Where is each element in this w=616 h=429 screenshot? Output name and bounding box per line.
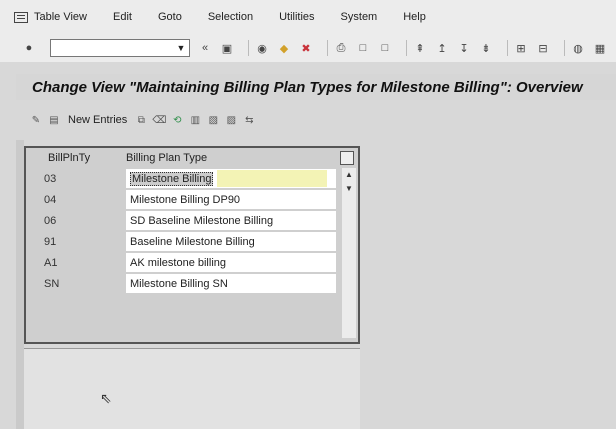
- separator: [327, 40, 328, 56]
- separator: [564, 40, 565, 56]
- select-all-icon[interactable]: ▥: [189, 114, 201, 126]
- find-next-icon[interactable]: □: [378, 41, 392, 55]
- left-strip: [16, 140, 24, 429]
- exit-icon[interactable]: ◆: [277, 41, 291, 55]
- previous-page-icon[interactable]: ↥: [435, 41, 449, 55]
- row-key: A1: [44, 256, 58, 269]
- table-row[interactable]: 06 SD Baseline Milestone Billing: [26, 210, 336, 231]
- menu-bar: Table View Edit Goto Selection Utilities…: [0, 0, 616, 34]
- menu-help[interactable]: Help: [403, 11, 426, 23]
- shortcut-icon[interactable]: ⊟: [536, 41, 550, 55]
- print-icon[interactable]: ⎙: [334, 41, 348, 55]
- lower-panel: [24, 348, 360, 429]
- chevron-left-icon[interactable]: «: [198, 41, 212, 55]
- table-settings-icon[interactable]: [340, 151, 354, 165]
- table-row[interactable]: A1 AK milestone billing: [26, 252, 336, 273]
- standard-toolbar: ● ▼ « ▣ ◉ ◆ ✖ ⎙ □ □ ⇞ ↥ ↧ ⇟ ⊞ ⊟ ◍ ▦: [0, 34, 616, 62]
- column-header-billing-plan-type[interactable]: Billing Plan Type: [126, 152, 207, 164]
- table-rows: 03 Milestone Billing 04 Milestone Billin…: [26, 168, 336, 338]
- next-page-icon[interactable]: ↧: [457, 41, 471, 55]
- first-page-icon[interactable]: ⇞: [413, 41, 427, 55]
- row-desc-text: Milestone Billing: [130, 171, 214, 186]
- help-icon[interactable]: ◍: [571, 41, 585, 55]
- cancel-icon[interactable]: ✖: [299, 41, 313, 55]
- change-display-icon[interactable]: ✎: [30, 114, 42, 126]
- new-session-icon[interactable]: ⊞: [514, 41, 528, 55]
- table-row[interactable]: 04 Milestone Billing DP90: [26, 189, 336, 210]
- undo-icon[interactable]: ⟲: [171, 114, 183, 126]
- enter-icon[interactable]: ●: [22, 41, 36, 55]
- table-row[interactable]: 91 Baseline Milestone Billing: [26, 231, 336, 252]
- save-icon[interactable]: ▣: [220, 41, 234, 55]
- deselect-all-icon[interactable]: ▨: [225, 114, 237, 126]
- row-key: SN: [44, 277, 60, 290]
- scroll-down-icon[interactable]: ▼: [342, 182, 356, 196]
- menu-table-view[interactable]: Table View: [34, 11, 87, 23]
- application-toolbar: ✎ ▤ New Entries ⧉ ⌫ ⟲ ▥ ▧ ▨ ⇆: [16, 108, 616, 132]
- menu-selection[interactable]: Selection: [208, 11, 253, 23]
- transport-icon[interactable]: ⇆: [243, 114, 255, 126]
- row-key: 04: [44, 193, 57, 206]
- row-desc[interactable]: Milestone Billing SN: [126, 274, 336, 293]
- page-title: Change View "Maintaining Billing Plan Ty…: [16, 74, 616, 100]
- chevron-down-icon[interactable]: ▼: [175, 42, 187, 54]
- row-desc[interactable]: AK milestone billing: [126, 253, 336, 272]
- separator: [248, 40, 249, 56]
- last-page-icon[interactable]: ⇟: [479, 41, 493, 55]
- row-key: 91: [44, 235, 57, 248]
- menu-system[interactable]: System: [341, 11, 378, 23]
- separator: [507, 40, 508, 56]
- copy-icon[interactable]: ⧉: [135, 114, 147, 126]
- row-desc[interactable]: SD Baseline Milestone Billing: [126, 211, 336, 230]
- layout-icon[interactable]: ▦: [593, 41, 607, 55]
- row-desc[interactable]: Milestone Billing DP90: [126, 190, 336, 209]
- select-block-icon[interactable]: ▧: [207, 114, 219, 126]
- column-header-billplnty[interactable]: BillPlnTy: [26, 152, 126, 164]
- table-row[interactable]: SN Milestone Billing SN: [26, 273, 336, 294]
- new-entries-button[interactable]: New Entries: [68, 114, 127, 126]
- row-key: 03: [44, 172, 57, 185]
- find-icon[interactable]: □: [356, 41, 370, 55]
- table-scrollbar[interactable]: ▲ ▼: [342, 168, 356, 338]
- row-desc[interactable]: Baseline Milestone Billing: [126, 232, 336, 251]
- row-key: 06: [44, 214, 57, 227]
- table-row[interactable]: 03 Milestone Billing: [26, 168, 336, 189]
- table-header: BillPlnTy Billing Plan Type: [26, 148, 358, 168]
- menu-icon[interactable]: [14, 11, 28, 23]
- row-desc[interactable]: Milestone Billing: [126, 169, 336, 188]
- delete-icon[interactable]: ⌫: [152, 114, 166, 126]
- mouse-pointer-icon: ⇖: [100, 390, 112, 406]
- scroll-up-icon[interactable]: ▲: [342, 168, 356, 182]
- menu-edit[interactable]: Edit: [113, 11, 132, 23]
- display-icon[interactable]: ▤: [48, 114, 60, 126]
- right-area: [360, 140, 616, 429]
- command-field[interactable]: ▼: [50, 39, 190, 57]
- separator: [406, 40, 407, 56]
- menu-goto[interactable]: Goto: [158, 11, 182, 23]
- input-highlight: [217, 170, 328, 187]
- menu-utilities[interactable]: Utilities: [279, 11, 314, 23]
- billing-plan-table: BillPlnTy Billing Plan Type 03 Milestone…: [24, 146, 360, 344]
- back-icon[interactable]: ◉: [255, 41, 269, 55]
